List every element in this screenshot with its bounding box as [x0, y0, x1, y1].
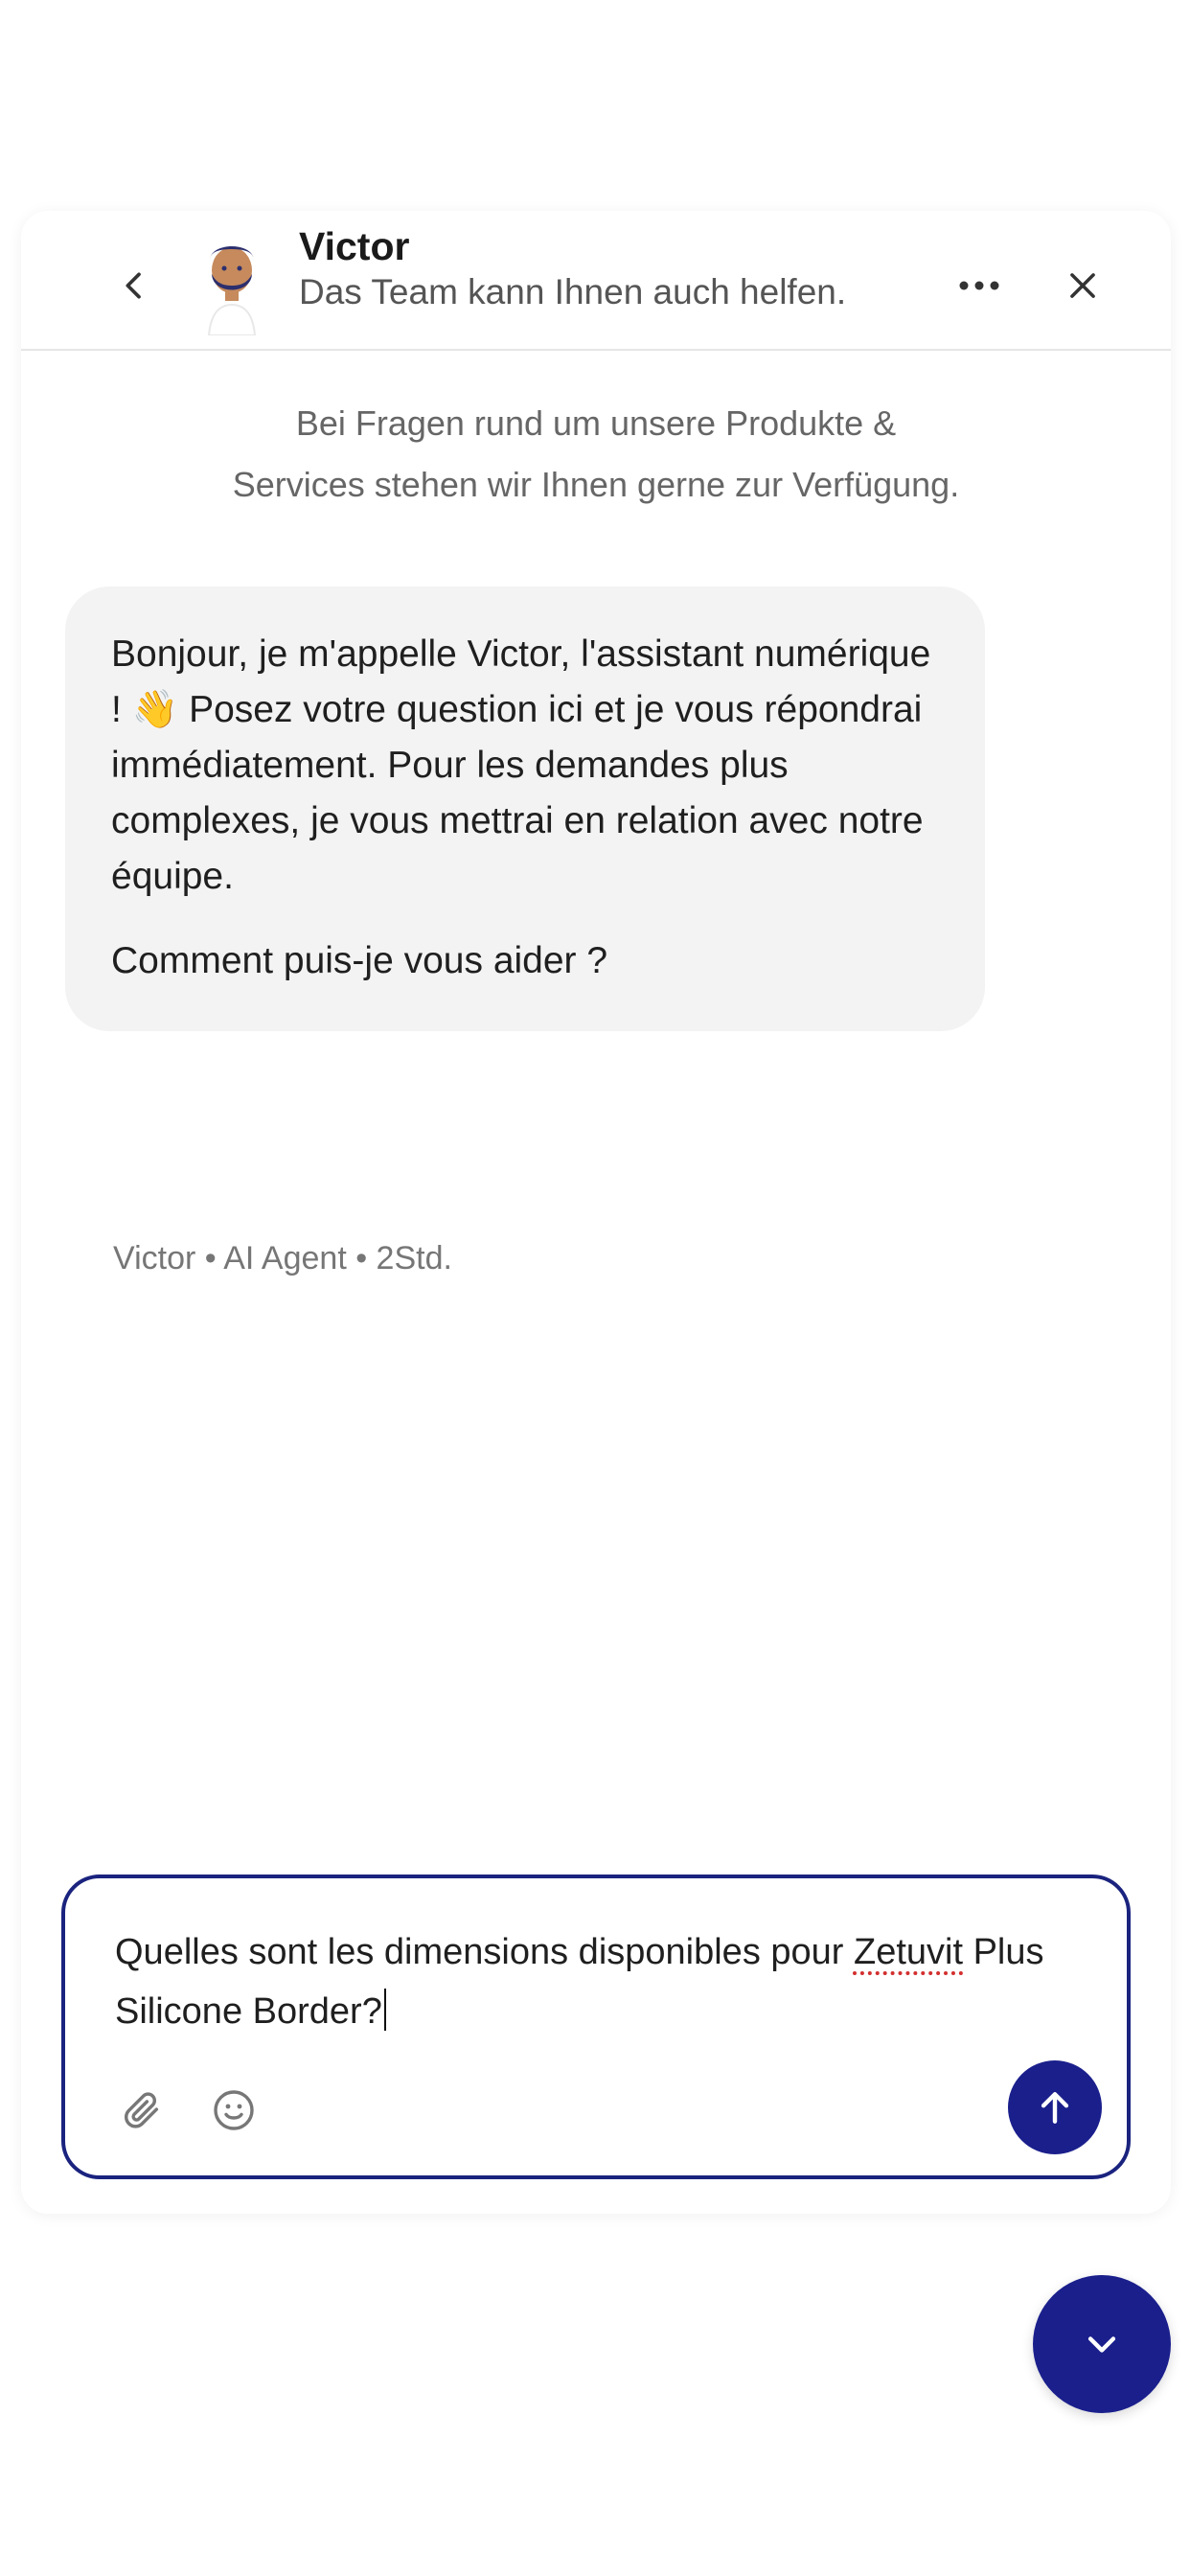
- agent-avatar-illustration: [207, 246, 257, 336]
- messenger-launcher-button[interactable]: [1033, 2275, 1171, 2413]
- spellcheck-flagged-word: Zetuvit: [853, 1932, 964, 1972]
- page: Victor Das Team kann Ihnen auch helfen. …: [0, 0, 1190, 2576]
- messenger-header: Victor Das Team kann Ihnen auch helfen.: [21, 211, 1171, 351]
- smiley-icon: [214, 2090, 254, 2130]
- attach-file-button[interactable]: [113, 2082, 171, 2139]
- more-options-button[interactable]: [941, 247, 1018, 324]
- intro-line-1: Bei Fragen rund um unsere Produkte &: [295, 403, 897, 443]
- chevron-left-icon: [126, 272, 141, 299]
- input-text-part-1: Quelles sont les dimensions disponibles …: [115, 1932, 854, 1972]
- agent-subtitle: Das Team kann Ihnen auch helfen.: [299, 272, 847, 311]
- message-paragraph-2: Comment puis-je vous aider ?: [111, 940, 608, 981]
- message-paragraph-1: Bonjour, je m'appelle Victor, l'assistan…: [111, 627, 939, 905]
- emoji-button[interactable]: [205, 2082, 263, 2139]
- back-button[interactable]: [96, 247, 172, 324]
- waving-hand-emoji: 👋: [131, 689, 179, 730]
- message-text-part-2: Posez votre question ici et je vous répo…: [111, 689, 924, 897]
- message-meta: Victor • AI Agent • 2Std.: [113, 1240, 452, 1276]
- agent-message-bubble: Bonjour, je m'appelle Victor, l'assistan…: [65, 586, 985, 1031]
- intro-text: Bei Fragen rund um unsere Produkte & Ser…: [117, 393, 1075, 516]
- agent-name: Victor: [299, 224, 410, 268]
- messenger-panel: Victor Das Team kann Ihnen auch helfen. …: [21, 211, 1171, 2214]
- message-input[interactable]: Quelles sont les dimensions disponibles …: [115, 1922, 1111, 2041]
- more-horizontal-icon: [959, 281, 999, 290]
- intro-line-2: Services stehen wir Ihnen gerne zur Verf…: [232, 465, 960, 504]
- send-button[interactable]: [1008, 2060, 1102, 2154]
- agent-avatar: [192, 228, 272, 336]
- message-composer[interactable]: Quelles sont les dimensions disponibles …: [61, 1874, 1131, 2179]
- chevron-down-icon: [1087, 2336, 1116, 2353]
- close-icon: [1070, 273, 1095, 298]
- text-caret: [383, 1989, 386, 2031]
- close-button[interactable]: [1044, 247, 1121, 324]
- arrow-up-icon: [1041, 2092, 1069, 2124]
- paperclip-icon: [124, 2092, 159, 2128]
